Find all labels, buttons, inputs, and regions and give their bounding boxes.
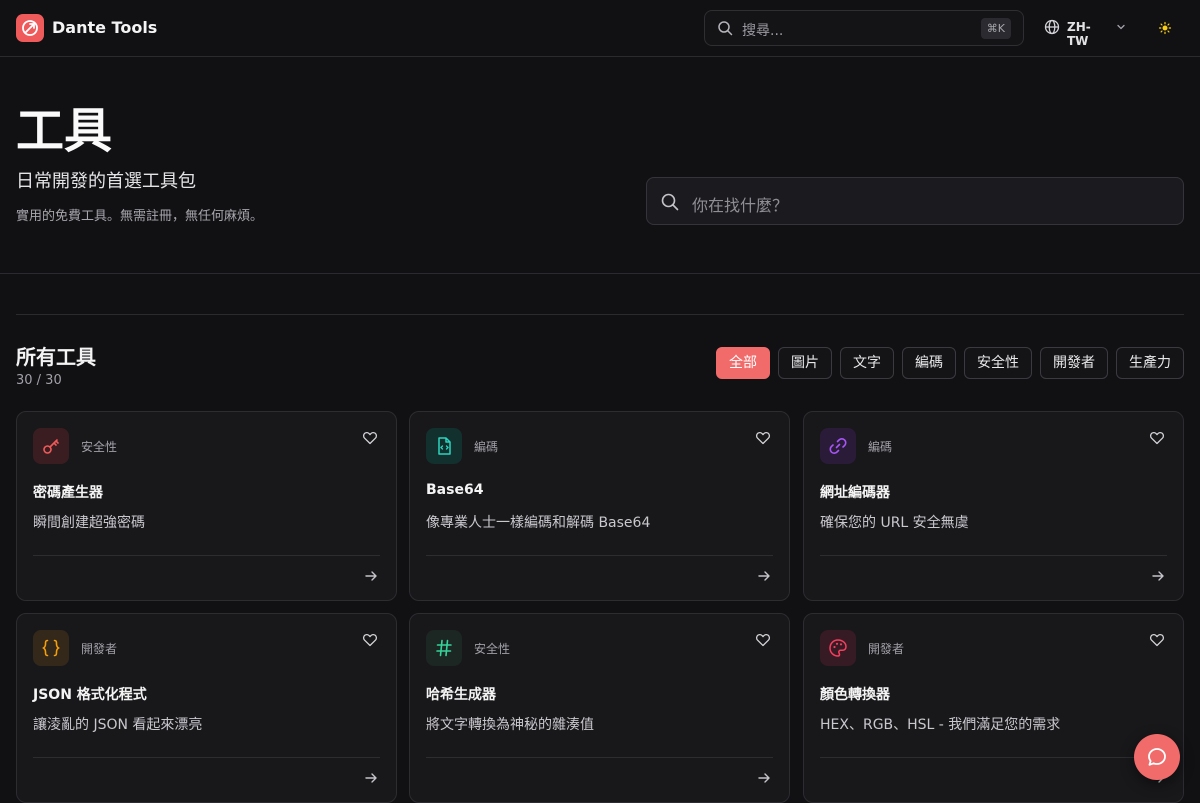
arrow-right-icon[interactable] — [757, 771, 771, 785]
heart-icon[interactable] — [362, 430, 378, 446]
filter-productivity[interactable]: 生產力 — [1116, 347, 1184, 379]
tool-description: 像專業人士一樣編碼和解碼 Base64 — [426, 515, 651, 531]
heart-icon[interactable] — [362, 632, 378, 648]
chat-bubble-icon — [1148, 748, 1166, 766]
search-shortcut-badge: ⌘K — [980, 18, 1011, 39]
language-code: ZH-TW — [1067, 20, 1091, 48]
page-title: 工具 — [16, 103, 113, 159]
tool-description: 確保您的 URL 安全無虞 — [820, 515, 969, 531]
tool-description: HEX、RGB、HSL - 我們滿足您的需求 — [820, 717, 1061, 733]
card-divider — [33, 555, 380, 556]
brand-name[interactable]: Dante Tools — [52, 18, 157, 37]
heart-icon[interactable] — [1149, 632, 1165, 648]
tool-card-url-encoder[interactable]: 編碼 網址編碼器 確保您的 URL 安全無虞 — [803, 411, 1184, 601]
tool-category: 開發者 — [868, 642, 905, 656]
card-divider — [33, 757, 380, 758]
tool-name: 顏色轉換器 — [820, 687, 890, 703]
arrow-right-icon[interactable] — [364, 569, 378, 583]
header-search[interactable]: 搜尋... ⌘K — [704, 10, 1024, 46]
file-code-icon — [426, 428, 462, 464]
tool-search-placeholder: 你在找什麼？ — [692, 196, 789, 215]
tool-category: 安全性 — [474, 642, 511, 656]
section-divider — [16, 314, 1184, 315]
page-description: 實用的免費工具。無需註冊，無任何麻煩。 — [16, 209, 264, 224]
section-title: 所有工具 — [16, 345, 96, 369]
chevron-down-icon — [1117, 24, 1125, 30]
filter-image[interactable]: 圖片 — [778, 347, 832, 379]
arrow-right-icon[interactable] — [364, 771, 378, 785]
logo-icon[interactable] — [16, 14, 44, 42]
tool-count: 30 / 30 — [16, 373, 62, 388]
key-icon — [33, 428, 69, 464]
top-bar: Dante Tools 搜尋... ⌘K ZH-TW — [0, 0, 1200, 57]
tool-card-hash-generator[interactable]: 安全性 哈希生成器 將文字轉換為神秘的雜湊值 — [409, 613, 790, 803]
tool-category: 編碼 — [868, 440, 893, 454]
tool-card-color-converter[interactable]: 開發者 顏色轉換器 HEX、RGB、HSL - 我們滿足您的需求 — [803, 613, 1184, 803]
card-divider — [426, 757, 773, 758]
hero-section: 工具 日常開發的首選工具包 實用的免費工具。無需註冊，無任何麻煩。 你在找什麼？ — [0, 57, 1200, 274]
link-icon — [820, 428, 856, 464]
tool-search-input[interactable]: 你在找什麼？ — [646, 177, 1184, 225]
tool-card-json-formatter[interactable]: 開發者 JSON 格式化程式 讓淩亂的 JSON 看起來漂亮 — [16, 613, 397, 803]
arrow-right-icon[interactable] — [757, 569, 771, 583]
search-icon — [718, 21, 733, 36]
tool-card-base64[interactable]: 編碼 Base64 像專業人士一樣編碼和解碼 Base64 — [409, 411, 790, 601]
theme-toggle-button[interactable] — [1157, 20, 1173, 36]
header-search-placeholder: 搜尋... — [742, 23, 784, 39]
page-subtitle: 日常開發的首選工具包 — [16, 171, 196, 192]
filter-all[interactable]: 全部 — [716, 347, 770, 379]
filter-encoding[interactable]: 編碼 — [902, 347, 956, 379]
tool-name: JSON 格式化程式 — [33, 687, 147, 703]
tool-card-password-generator[interactable]: 安全性 密碼產生器 瞬間創建超強密碼 — [16, 411, 397, 601]
chat-button[interactable] — [1134, 734, 1180, 780]
hash-icon — [426, 630, 462, 666]
heart-icon[interactable] — [755, 632, 771, 648]
filter-security[interactable]: 安全性 — [964, 347, 1032, 379]
tool-description: 將文字轉換為神秘的雜湊值 — [426, 717, 594, 733]
filter-text[interactable]: 文字 — [840, 347, 894, 379]
tool-category: 開發者 — [81, 642, 118, 656]
tool-name: Base64 — [426, 482, 484, 498]
arrow-right-icon[interactable] — [1151, 569, 1165, 583]
card-divider — [426, 555, 773, 556]
search-icon — [661, 193, 679, 211]
filter-developer[interactable]: 開發者 — [1040, 347, 1108, 379]
category-filters: 全部 圖片 文字 編碼 安全性 開發者 生產力 — [716, 347, 1184, 379]
globe-icon — [1044, 19, 1060, 35]
braces-icon — [33, 630, 69, 666]
card-divider — [820, 757, 1167, 758]
tool-category: 安全性 — [81, 440, 118, 454]
heart-icon[interactable] — [1149, 430, 1165, 446]
tool-description: 讓淩亂的 JSON 看起來漂亮 — [33, 717, 203, 733]
tool-name: 密碼產生器 — [33, 485, 103, 501]
sun-icon — [1158, 21, 1172, 35]
card-divider — [820, 555, 1167, 556]
tool-category: 編碼 — [474, 440, 499, 454]
tool-name: 網址編碼器 — [820, 485, 890, 501]
heart-icon[interactable] — [755, 430, 771, 446]
palette-icon — [820, 630, 856, 666]
tool-name: 哈希生成器 — [426, 687, 496, 703]
tool-description: 瞬間創建超強密碼 — [33, 515, 145, 531]
